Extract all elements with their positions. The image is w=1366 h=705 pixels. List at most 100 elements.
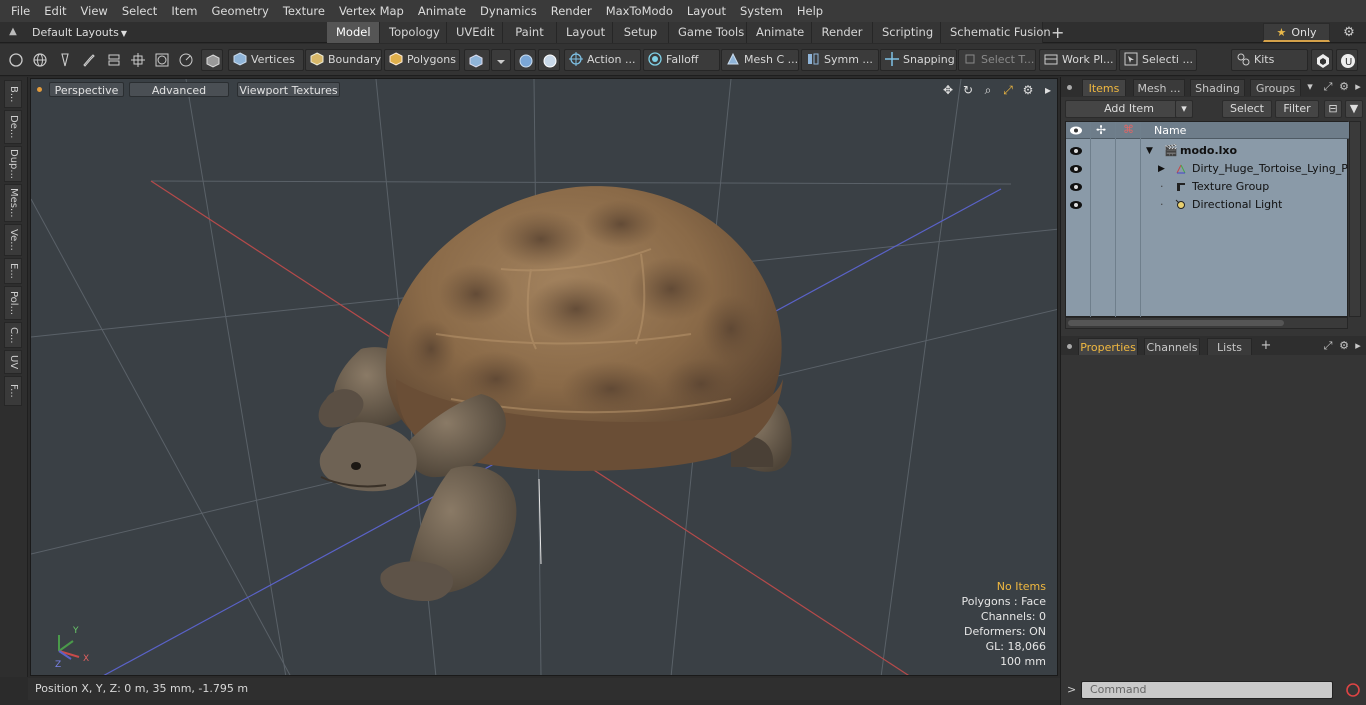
symmetry-shield-icon[interactable] [514, 49, 536, 71]
brush-icon[interactable] [78, 49, 100, 71]
menu-dynamics[interactable]: Dynamics [473, 0, 544, 22]
viewport-textures-dropdown[interactable]: Viewport Textures [237, 82, 340, 97]
item-row-directional-light[interactable]: · Directional Light [1066, 196, 1349, 214]
collapse-arrow-icon[interactable]: ▲ [6, 25, 20, 39]
filter-funnel-icon[interactable]: ▼ [1345, 100, 1363, 118]
left-tab-curve[interactable]: C... [4, 322, 22, 348]
scrollbar-thumb[interactable] [1068, 320, 1284, 326]
vertices-button[interactable]: Vertices [228, 49, 304, 71]
left-tab-polygon[interactable]: Pol... [4, 286, 22, 320]
record-macro-icon[interactable] [1343, 680, 1363, 700]
panel-gear-icon[interactable]: ⚙ [1337, 79, 1351, 94]
tab-topology[interactable]: Topology [380, 22, 447, 43]
tortoise-model[interactable] [318, 186, 792, 601]
tab-uvedit[interactable]: UVEdit [447, 22, 503, 43]
layouts-dropdown[interactable]: Default Layouts ▼ [32, 22, 127, 43]
tab-lists[interactable]: Lists [1207, 338, 1252, 355]
select-through-button[interactable]: Select T... [958, 49, 1036, 71]
left-tab-deform[interactable]: De... [4, 110, 22, 144]
panel-menu-dot[interactable] [1067, 344, 1072, 349]
only-button[interactable]: ★ Only [1263, 23, 1330, 42]
left-tab-uv[interactable]: UV [4, 350, 22, 374]
panel-arrow-icon[interactable]: ▸ [1351, 338, 1365, 353]
menu-file[interactable]: File [4, 0, 37, 22]
polygons-button[interactable]: Polygons [384, 49, 460, 71]
tab-layout[interactable]: Layout [557, 22, 613, 43]
tab-mesh[interactable]: Mesh ... [1133, 79, 1185, 96]
add-panel-tab-plus-icon[interactable]: + [1259, 338, 1273, 353]
work-plane-button[interactable]: Work Pl... [1039, 49, 1117, 71]
3d-viewport[interactable]: Y X Z Perspective Advanced Viewport Text… [30, 78, 1058, 676]
boundary-button[interactable]: Boundary [305, 49, 382, 71]
select-mode-circle-icon[interactable] [5, 49, 27, 71]
transform-icon[interactable] [127, 49, 149, 71]
add-item-button[interactable]: Add Item [1065, 100, 1193, 118]
mesh-constraint-button[interactable]: Mesh C ... [721, 49, 799, 71]
items-list[interactable]: ✢ ⌘ Name ▼ 🎬 modo.lxo ▶ Dirty_Huge_Torto… [1065, 121, 1349, 318]
tab-groups[interactable]: Groups [1250, 79, 1301, 96]
items-vertical-scrollbar[interactable] [1349, 121, 1361, 317]
selection-sets-button[interactable]: Selecti ... [1119, 49, 1197, 71]
menu-layout[interactable]: Layout [680, 0, 733, 22]
rotate-icon[interactable]: ↻ [959, 82, 977, 98]
item-row-mesh[interactable]: ▶ Dirty_Huge_Tortoise_Lying_P ... [1066, 160, 1349, 178]
items-horizontal-scrollbar[interactable] [1065, 317, 1348, 329]
select-button[interactable]: Select [1222, 100, 1272, 118]
menu-geometry[interactable]: Geometry [205, 0, 276, 22]
left-tab-mesh-edit[interactable]: Mes... [4, 184, 22, 222]
falloff-button[interactable]: Falloff [643, 49, 720, 71]
expand-triangle-icon[interactable]: ▶ [1158, 160, 1165, 178]
viewport-scene[interactable]: Y X Z [31, 79, 1058, 676]
collapse-list-icon[interactable]: ⊟ [1324, 100, 1342, 118]
menu-help[interactable]: Help [790, 0, 830, 22]
panel-menu-dot[interactable] [1067, 85, 1072, 90]
globe-icon[interactable] [29, 49, 51, 71]
add-tab-plus-icon[interactable]: + [1043, 22, 1072, 43]
tab-shading[interactable]: Shading [1190, 79, 1245, 96]
panel-expand-icon[interactable]: ⤢ [1321, 338, 1335, 353]
visibility-eye-icon[interactable] [1069, 199, 1083, 211]
zoom-icon[interactable]: ⌕ [979, 82, 997, 98]
filter-button[interactable]: Filter [1275, 100, 1319, 118]
menu-edit[interactable]: Edit [37, 0, 73, 22]
menu-maxtomodo[interactable]: MaxToModo [599, 0, 680, 22]
tab-scripting[interactable]: Scripting [873, 22, 941, 43]
tab-model[interactable]: Model [327, 22, 380, 43]
tab-paint[interactable]: Paint [503, 22, 557, 43]
menu-system[interactable]: System [733, 0, 790, 22]
menu-animate[interactable]: Animate [411, 0, 473, 22]
kits-button[interactable]: Kits [1231, 49, 1308, 71]
perspective-dropdown[interactable]: Perspective [49, 82, 124, 97]
expand-triangle-icon[interactable]: ▼ [1146, 142, 1153, 160]
left-tab-duplicate[interactable]: Dup... [4, 146, 22, 182]
tab-setup[interactable]: Setup [613, 22, 669, 43]
slash-circle-icon[interactable] [175, 49, 197, 71]
snap-shield-icon[interactable] [538, 49, 560, 71]
item-row-scene[interactable]: ▼ 🎬 modo.lxo [1066, 142, 1349, 160]
viewport-gear-icon[interactable]: ⚙ [1019, 82, 1037, 98]
unreal-icon[interactable]: U [1336, 49, 1358, 71]
item-row-texture-group[interactable]: · Texture Group [1066, 178, 1349, 196]
align-icon[interactable] [103, 49, 125, 71]
tab-items[interactable]: Items [1082, 79, 1126, 96]
panel-arrow-icon[interactable]: ▸ [1351, 79, 1365, 94]
visibility-eye-icon[interactable] [1069, 163, 1083, 175]
tab-channels[interactable]: Channels [1144, 338, 1200, 355]
snapping-button[interactable]: Snapping [880, 49, 957, 71]
menu-vertex-map[interactable]: Vertex Map [332, 0, 411, 22]
menu-item[interactable]: Item [164, 0, 204, 22]
tab-properties[interactable]: Properties [1078, 338, 1138, 355]
panel-gear-icon[interactable]: ⚙ [1337, 338, 1351, 353]
tab-game-tools[interactable]: Game Tools [669, 22, 747, 43]
visibility-eye-icon[interactable] [1069, 181, 1083, 193]
material-mode-icon[interactable] [464, 49, 490, 71]
viewport-menu-dot[interactable] [37, 87, 42, 92]
left-tab-vertex[interactable]: Ve... [4, 224, 22, 256]
unity-icon[interactable] [1311, 49, 1333, 71]
panel-caret-icon[interactable]: ▾ [1303, 79, 1317, 94]
left-tab-edge[interactable]: E... [4, 258, 22, 284]
symmetry-button[interactable]: Symm ... [801, 49, 879, 71]
tab-animate[interactable]: Animate [747, 22, 812, 43]
square-circle-icon[interactable] [151, 49, 173, 71]
item-mode-icon[interactable] [201, 49, 223, 71]
